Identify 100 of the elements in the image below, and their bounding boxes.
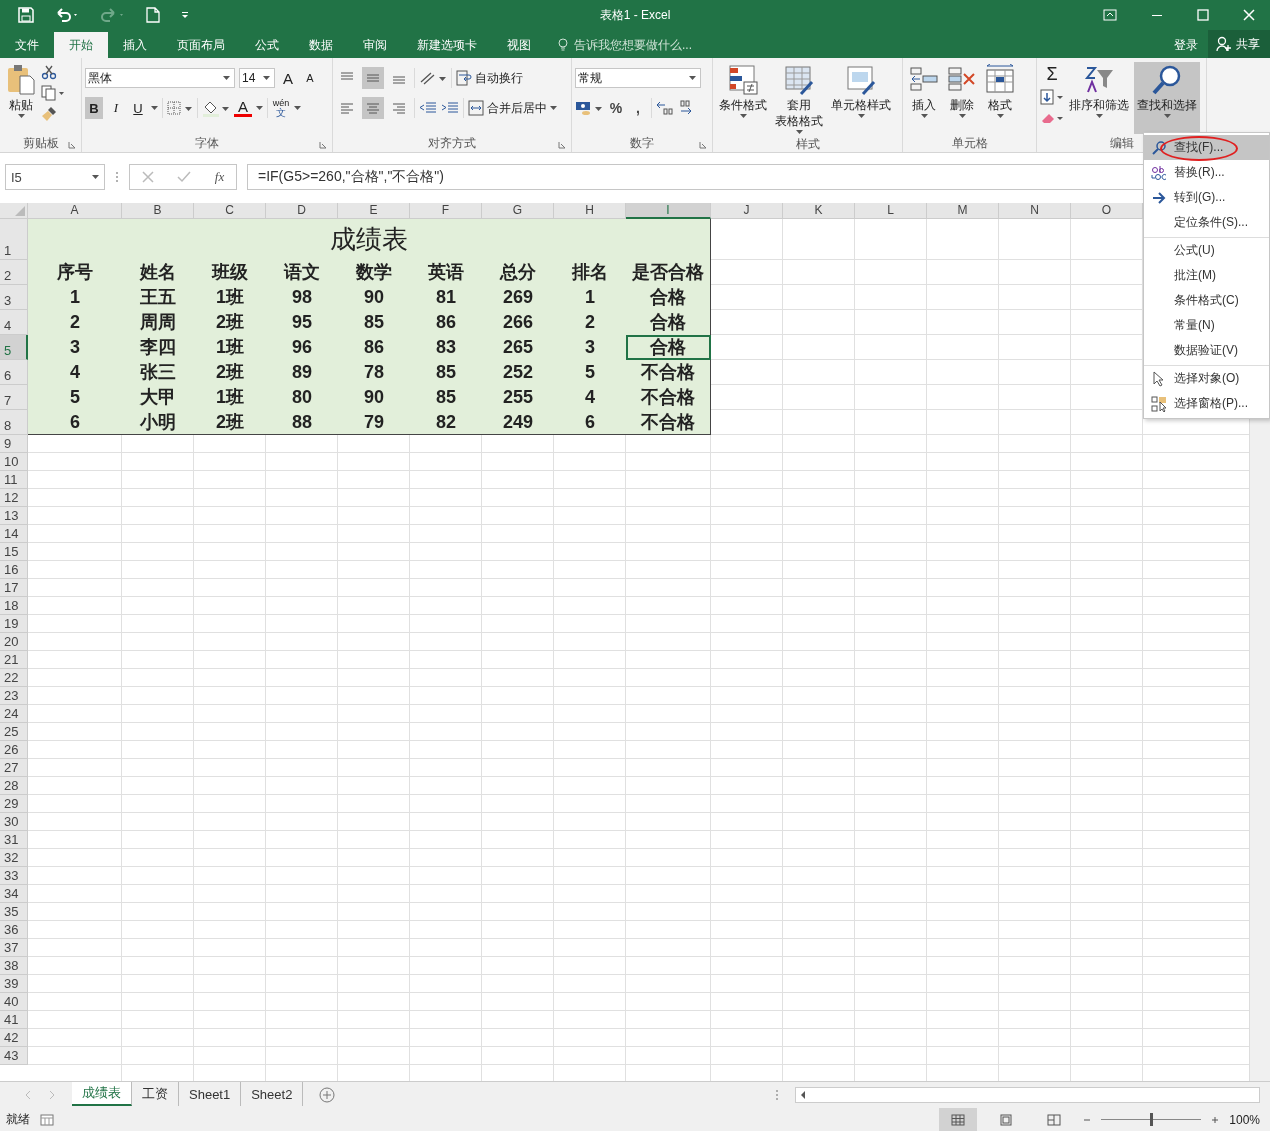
check-icon[interactable]: [177, 171, 192, 183]
undo-icon[interactable]: [54, 7, 80, 23]
row-header[interactable]: 3: [0, 285, 28, 310]
ribbon-tab[interactable]: 视图: [492, 32, 546, 58]
sheet-tab[interactable]: Sheet1: [179, 1082, 242, 1106]
borders-icon[interactable]: [167, 101, 193, 115]
row-header[interactable]: 25: [0, 723, 28, 741]
column-header[interactable]: B: [122, 203, 194, 219]
font-name-dropdown[interactable]: 黑体: [85, 68, 235, 88]
row-header[interactable]: 26: [0, 741, 28, 759]
column-header[interactable]: G: [482, 203, 554, 219]
fill-color-icon[interactable]: [202, 99, 230, 117]
brush-icon[interactable]: [41, 106, 57, 122]
macro-record-icon[interactable]: [40, 1113, 54, 1126]
ribbon-tab[interactable]: 新建选项卡: [402, 32, 492, 58]
row-header[interactable]: 36: [0, 921, 28, 939]
sheet-tab[interactable]: 成绩表: [72, 1082, 132, 1106]
menu-item[interactable]: 公式(U): [1144, 237, 1269, 263]
column-header[interactable]: L: [855, 203, 927, 219]
phonetic-button[interactable]: wén 文: [272, 97, 290, 119]
menu-item[interactable]: 选择窗格(P)...: [1144, 391, 1269, 416]
column-header[interactable]: O: [1071, 203, 1143, 219]
row-header[interactable]: 28: [0, 777, 28, 795]
number-format-dropdown[interactable]: 常规: [575, 68, 701, 88]
row-header[interactable]: 8: [0, 410, 28, 435]
row-header[interactable]: 10: [0, 453, 28, 471]
column-header[interactable]: D: [266, 203, 338, 219]
find-select-button[interactable]: 查找和选择: [1134, 62, 1200, 134]
style-button[interactable]: 条件格式: [716, 62, 770, 136]
caret-icon[interactable]: [256, 106, 263, 110]
caret-icon[interactable]: [294, 106, 301, 110]
column-header[interactable]: E: [338, 203, 410, 219]
row-header[interactable]: 7: [0, 385, 28, 410]
redo-icon[interactable]: [100, 7, 126, 23]
zoom-slider-thumb[interactable]: [1150, 1113, 1154, 1126]
column-header[interactable]: A: [28, 203, 122, 219]
column-header[interactable]: M: [927, 203, 999, 219]
shrink-font-button[interactable]: A: [301, 67, 319, 89]
share-button[interactable]: 共享: [1208, 30, 1270, 58]
menu-item[interactable]: 选择对象(O): [1144, 365, 1269, 391]
more-icon[interactable]: [115, 171, 119, 183]
font-size-dropdown[interactable]: 14: [239, 68, 275, 88]
percent-button[interactable]: %: [607, 97, 625, 119]
menu-item[interactable]: 数据验证(V): [1144, 338, 1269, 363]
ribbon-display-icon[interactable]: [1103, 9, 1117, 21]
row-header[interactable]: 40: [0, 993, 28, 1011]
row-header[interactable]: 31: [0, 831, 28, 849]
scissors-icon[interactable]: [41, 64, 57, 80]
row-header[interactable]: 5: [0, 335, 28, 360]
row-header[interactable]: 33: [0, 867, 28, 885]
increase-decimal-icon[interactable]: [656, 100, 674, 116]
row-header[interactable]: 14: [0, 525, 28, 543]
row-header[interactable]: 19: [0, 615, 28, 633]
comma-style-button[interactable]: ,: [629, 97, 647, 119]
horizontal-scrollbar[interactable]: [795, 1087, 1260, 1103]
row-header[interactable]: 42: [0, 1029, 28, 1047]
sign-in-link[interactable]: 登录: [1164, 32, 1208, 58]
copy-icon[interactable]: [41, 85, 65, 101]
sort-filter-button[interactable]: 排序和筛选: [1066, 62, 1132, 134]
menu-item[interactable]: 常量(N): [1144, 313, 1269, 338]
grow-font-button[interactable]: A: [279, 67, 297, 89]
font-style-button[interactable]: I: [107, 97, 125, 119]
style-button[interactable]: 单元格样式: [828, 62, 894, 136]
merge-center-button[interactable]: 合并后居中: [468, 99, 557, 117]
dialog-launcher-icon[interactable]: [558, 141, 566, 149]
dialog-launcher-icon[interactable]: [699, 141, 707, 149]
row-header[interactable]: 34: [0, 885, 28, 903]
row-header[interactable]: 22: [0, 669, 28, 687]
row-header[interactable]: 39: [0, 975, 28, 993]
row-header[interactable]: 35: [0, 903, 28, 921]
menu-item[interactable]: 定位条件(S)...: [1144, 210, 1269, 235]
column-header[interactable]: J: [711, 203, 783, 219]
dialog-launcher-icon[interactable]: [68, 141, 76, 149]
ribbon-tab[interactable]: 插入: [108, 32, 162, 58]
cells-button[interactable]: 插入: [906, 62, 942, 134]
currency-icon[interactable]: [575, 100, 603, 116]
zoom-in-icon[interactable]: [1211, 1115, 1220, 1124]
row-header[interactable]: 6: [0, 360, 28, 385]
menu-item[interactable]: 查找(F)...: [1144, 135, 1269, 160]
style-button[interactable]: 套用 表格格式: [772, 62, 826, 136]
row-header[interactable]: 12: [0, 489, 28, 507]
row-header[interactable]: 13: [0, 507, 28, 525]
row-header[interactable]: 24: [0, 705, 28, 723]
left-arrow-icon[interactable]: [799, 1090, 807, 1100]
sheet-tab[interactable]: Sheet2: [241, 1082, 304, 1106]
new-document-icon[interactable]: [146, 7, 160, 23]
row-header[interactable]: 16: [0, 561, 28, 579]
menu-item[interactable]: 条件格式(C): [1144, 288, 1269, 313]
cells-button[interactable]: 格式: [982, 62, 1018, 134]
row-header[interactable]: 32: [0, 849, 28, 867]
ribbon-tab[interactable]: 审阅: [348, 32, 402, 58]
column-header[interactable]: I: [626, 203, 711, 219]
column-header[interactable]: K: [783, 203, 855, 219]
ribbon-tab[interactable]: 公式: [240, 32, 294, 58]
sheet-tab[interactable]: 工资: [132, 1082, 179, 1106]
ribbon-tab[interactable]: 数据: [294, 32, 348, 58]
column-header[interactable]: C: [194, 203, 266, 219]
row-header[interactable]: 20: [0, 633, 28, 651]
ribbon-tab[interactable]: 页面布局: [162, 32, 240, 58]
dialog-launcher-icon[interactable]: [319, 141, 327, 149]
